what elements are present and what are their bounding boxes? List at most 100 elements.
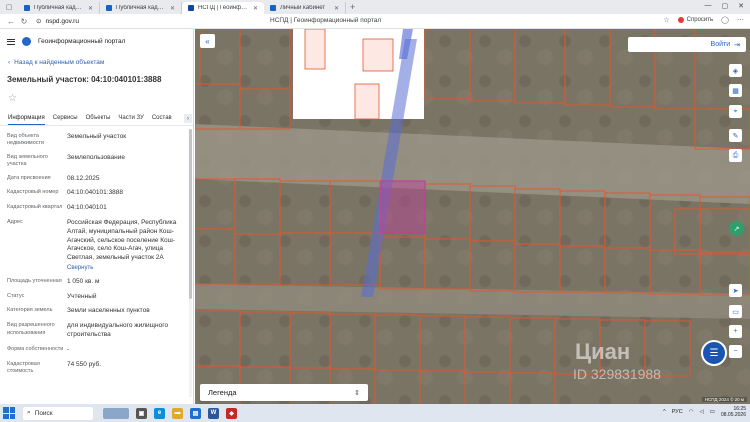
collapse-link[interactable]: Свернуть — [67, 264, 187, 272]
attribute-key: Кадастровый номер — [7, 189, 59, 196]
map-view[interactable]: « Войти ⇥ ◈ ▦ ⌖ ✎ ⎙ ↗ ➤ ▭ + − Циан ID 32… — [195, 29, 750, 404]
bookmark-star-icon[interactable]: ☆ — [663, 16, 669, 24]
app-icon[interactable]: ◆ — [226, 407, 237, 419]
refresh-icon[interactable]: ↻ — [19, 17, 29, 26]
browser-tab-1[interactable]: Публичная кадастровая ✕ — [100, 2, 182, 14]
task-view-icon[interactable]: ▣ — [136, 407, 147, 419]
map-canvas[interactable] — [195, 29, 750, 404]
zoom-in-icon[interactable]: + — [729, 325, 742, 338]
edit-icon[interactable]: ✎ — [729, 129, 742, 142]
close-icon[interactable]: ✕ — [170, 5, 175, 12]
tab-composition[interactable]: Состав — [152, 112, 172, 125]
clock-date: 08.05.2026 — [720, 412, 746, 419]
geolocation-icon[interactable]: ➤ — [729, 284, 742, 297]
tab-information[interactable]: Информация — [8, 112, 45, 125]
legend-dropdown[interactable]: Легенда ⇕ — [200, 384, 368, 401]
chevron-left-icon: ‹ — [8, 59, 11, 66]
hamburger-menu-icon[interactable] — [7, 38, 15, 45]
attribute-value: Учтенный — [67, 292, 97, 300]
attribute-value: 04:10:040101 — [67, 204, 107, 212]
back-icon[interactable]: ← — [6, 17, 16, 26]
nspd-icon — [188, 5, 194, 11]
back-to-results-link[interactable]: ‹ Назад к найденным объектам — [8, 59, 104, 66]
globe-icon — [24, 5, 30, 11]
layers-icon[interactable]: ◈ — [729, 64, 742, 77]
print-icon[interactable]: ⎙ — [729, 149, 742, 162]
login-label: Войти — [710, 41, 731, 48]
collapse-panel-button[interactable]: « — [200, 34, 215, 48]
window-controls: — ▢ ✕ — [705, 2, 745, 10]
browser-tab-0[interactable]: Публичная кадастровая ✕ — [18, 2, 100, 14]
panel-scrollbar[interactable] — [189, 129, 192, 397]
attribute-key: Статус — [7, 292, 25, 299]
profile-icon[interactable]: ◯ — [721, 16, 729, 24]
tabs-scroll-right-icon[interactable]: › — [184, 114, 192, 123]
explorer-icon[interactable]: ▬ — [172, 407, 183, 419]
attribute-row: Вид объекта недвижимости Земельный участ… — [7, 133, 187, 148]
language-indicator[interactable]: РУС — [672, 409, 683, 415]
tray-chevron-icon[interactable]: ^ — [663, 409, 666, 415]
login-icon: ⇥ — [734, 41, 740, 49]
browser-toolbar: ← ↻ ⊙ nspd.gov.ru НСПД | Геоинформационн… — [0, 14, 750, 29]
attribute-row: Кадастровый квартал 04:10:040101 — [7, 204, 187, 213]
scrollbar-thumb[interactable] — [189, 129, 192, 299]
basemap-icon[interactable]: ▦ — [729, 84, 742, 97]
attribute-row: Вид разрешенного использования для индив… — [7, 322, 187, 340]
attribute-row: Адрес Российская Федерация, Республика А… — [7, 219, 187, 272]
page-title: НСПД | Геоинформационный портал — [270, 17, 382, 24]
minimize-icon[interactable]: — — [705, 2, 712, 10]
portal-logo-icon — [22, 37, 31, 46]
windows-start-icon[interactable] — [3, 407, 15, 419]
store-icon[interactable]: ▤ — [190, 407, 201, 419]
panel-tabs: Информация Сервисы Объекты Части ЗУ Сост… — [0, 112, 193, 126]
maximize-icon[interactable]: ▢ — [722, 2, 729, 10]
wifi-icon[interactable]: ◠ — [689, 409, 694, 415]
attribute-key: Адрес — [7, 218, 23, 225]
close-icon[interactable]: ✕ — [334, 5, 339, 12]
favorite-star-icon[interactable]: ☆ — [8, 93, 17, 104]
tab-services[interactable]: Сервисы — [53, 112, 78, 125]
attribute-row: Кадастровый номер 04:10:040101:3888 — [7, 189, 187, 198]
tab-label: НСПД | Геоинформационн — [198, 5, 249, 11]
panel-header: Геоинформационный портал — [7, 37, 125, 46]
tab-label: Публичная кадастровая — [116, 5, 166, 11]
close-window-icon[interactable]: ✕ — [738, 2, 744, 10]
attribute-key: Форма собственности — [7, 345, 64, 352]
tab-parts[interactable]: Части ЗУ — [118, 112, 143, 125]
browser-tabstrip: ▢ Публичная кадастровая ✕ Публичная када… — [0, 0, 750, 14]
window-menu-icon[interactable]: ▢ — [4, 2, 14, 12]
screen-icon[interactable]: ▭ — [729, 305, 742, 318]
services-icon[interactable]: ↗ — [729, 221, 744, 236]
close-icon[interactable]: ✕ — [88, 5, 93, 12]
url-text: nspd.gov.ru — [45, 17, 79, 25]
taskbar: ⌕ Поиск ▣ e ▬ ▤ W ◆ ^ РУС ◠ ◁ ▭ 16:25 08… — [0, 404, 750, 422]
zoom-out-icon[interactable]: − — [729, 345, 742, 358]
battery-icon[interactable]: ▭ — [710, 409, 715, 415]
chat-bubble-icon[interactable]: ☰ — [701, 340, 727, 366]
word-icon[interactable]: W — [208, 407, 219, 419]
attribute-key: Вид объекта недвижимости — [7, 133, 45, 147]
tab-objects[interactable]: Объекты — [86, 112, 111, 125]
tab-label: Публичная кадастровая — [34, 5, 84, 11]
measure-icon[interactable]: ⌖ — [729, 105, 742, 118]
edge-icon[interactable]: e — [154, 407, 165, 419]
volume-icon[interactable]: ◁ — [700, 409, 704, 415]
site-info-icon[interactable]: ⊙ — [36, 17, 41, 25]
widgets-icon[interactable] — [103, 407, 129, 419]
info-panel: Геоинформационный портал ‹ Назад к найде… — [0, 29, 194, 404]
browser-tab-2[interactable]: НСПД | Геоинформационн ✕ — [182, 2, 264, 14]
clock[interactable]: 16:25 08.05.2026 — [721, 406, 746, 419]
login-button[interactable]: Войти ⇥ — [628, 37, 746, 52]
ask-button[interactable]: Спросить — [677, 17, 713, 23]
taskbar-search[interactable]: ⌕ Поиск — [23, 406, 93, 420]
attributes-list: Вид объекта недвижимости Земельный участ… — [7, 133, 187, 381]
close-icon[interactable]: ✕ — [253, 5, 258, 12]
address-bar[interactable]: ⊙ nspd.gov.ru — [36, 16, 176, 27]
new-tab-button[interactable]: + — [350, 2, 355, 12]
menu-dots-icon[interactable]: ⋯ — [737, 16, 744, 24]
attribute-row: Площадь уточненная 1 050 кв. м — [7, 278, 187, 287]
chevron-updown-icon: ⇕ — [354, 389, 360, 397]
attribute-key: Кадастровая стоимость — [7, 360, 40, 374]
attribute-value: Российская Федерация, Республика Алтай, … — [67, 218, 177, 262]
browser-tab-3[interactable]: Личный кабинет ✕ — [264, 2, 346, 14]
